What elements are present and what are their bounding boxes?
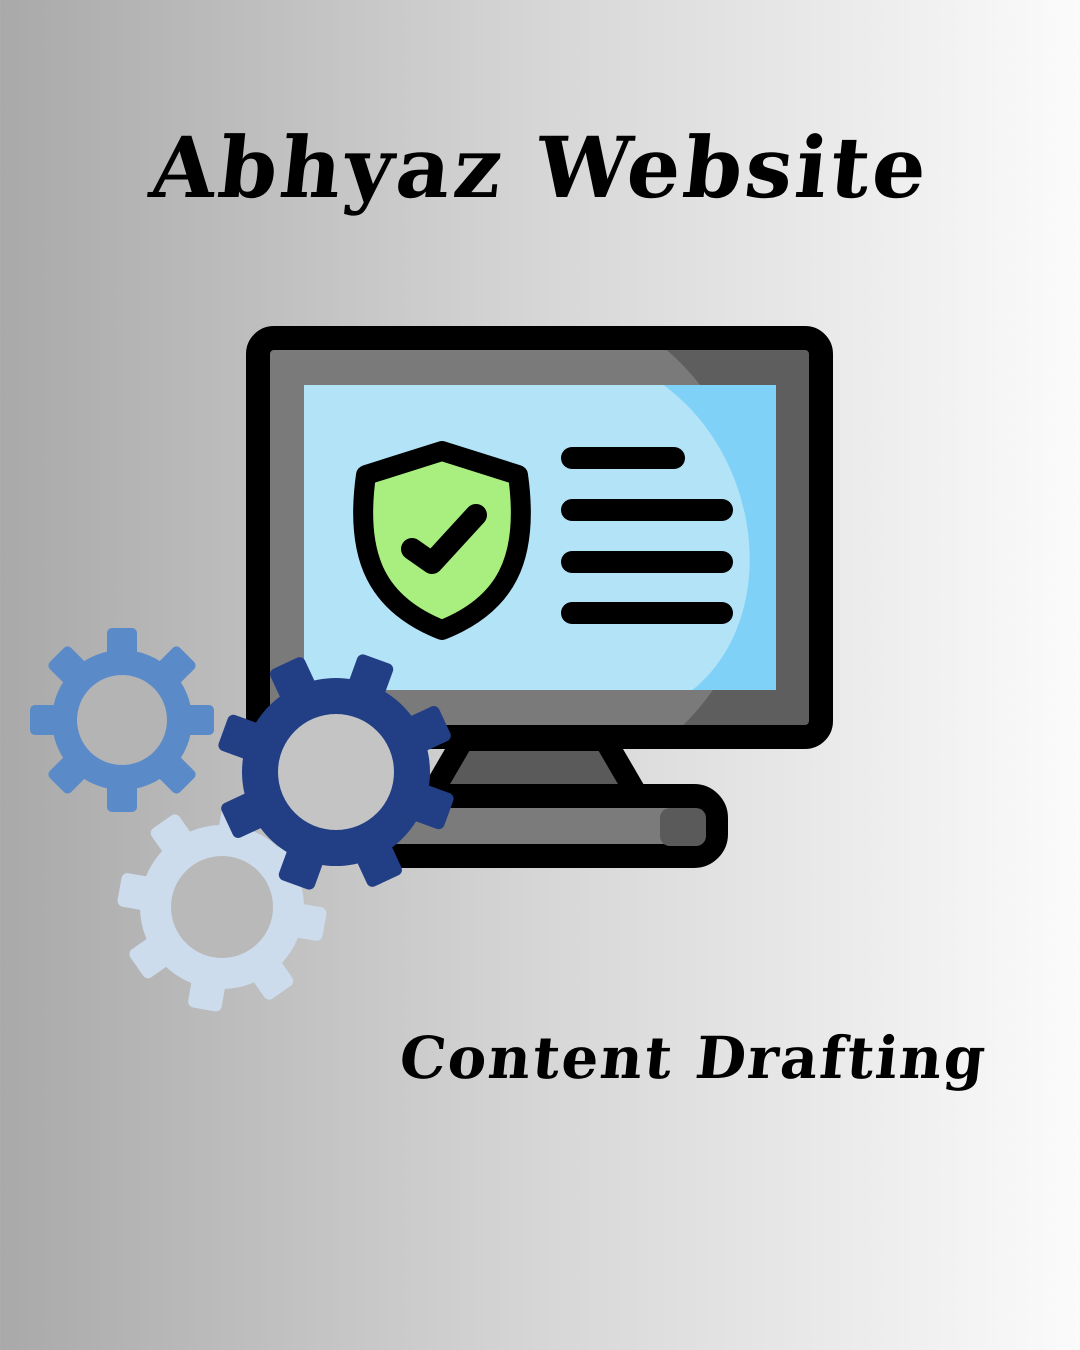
shield-check-icon [353,441,531,640]
gear-icon [30,628,214,812]
illustration [30,326,833,1012]
page-subtitle: Content Drafting [396,1024,991,1092]
